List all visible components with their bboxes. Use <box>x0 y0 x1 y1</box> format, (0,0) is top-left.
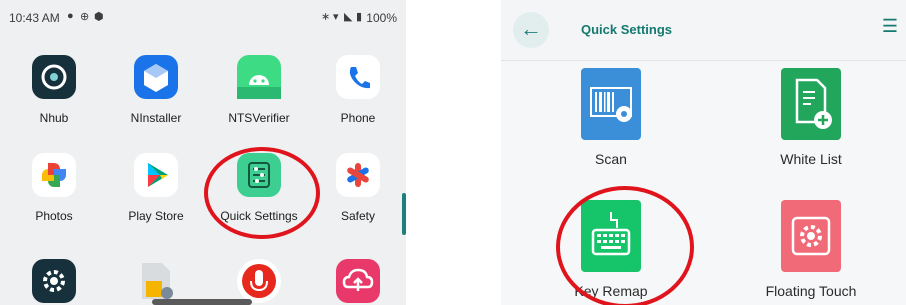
app-label: Play Store <box>128 209 184 223</box>
status-bar: 10:43 AM ● ⊕ ⬢ ∗ ▾ ◣ ▮ 100% <box>0 0 406 34</box>
app-nhub[interactable]: Nhub <box>9 55 99 125</box>
phone-icon <box>336 55 380 99</box>
tile-white-list[interactable]: White List <box>736 68 886 167</box>
document-plus-icon <box>781 68 841 140</box>
cloud-upload-icon <box>336 259 380 303</box>
signal-icon: ◣ <box>344 11 353 23</box>
app-play-store[interactable]: Play Store <box>111 153 201 223</box>
ninstaller-icon <box>134 55 178 99</box>
barcode-gear-icon <box>581 68 641 140</box>
app-label: Quick Settings <box>220 209 298 223</box>
android-icon <box>237 55 281 99</box>
wifi-icon: ▾ <box>333 11 339 23</box>
gear-icon <box>781 200 841 272</box>
app-safety[interactable]: Safety <box>313 153 403 223</box>
nhub-icon <box>32 55 76 99</box>
list-icon: ☰ <box>881 16 898 36</box>
gear-icon <box>32 259 76 303</box>
battery-level: 100% <box>366 11 397 25</box>
back-button[interactable]: ← <box>513 12 549 48</box>
keyboard-icon <box>581 200 641 272</box>
app-label: Safety <box>340 209 376 223</box>
tile-label: Key Remap <box>574 283 648 299</box>
shield-icon: ⬢ <box>94 11 104 23</box>
app-settings[interactable] <box>9 259 99 303</box>
quick-settings-icon <box>237 153 281 197</box>
app-cloud[interactable] <box>313 259 403 303</box>
app-label: Photos <box>35 209 73 223</box>
app-ntsverifier[interactable]: NTSVerifier <box>214 55 304 125</box>
play-store-icon <box>134 153 178 197</box>
microphone-icon <box>237 259 281 303</box>
quick-settings-panel: ← Quick Settings ☰ Scan White List Key R… <box>501 0 906 305</box>
app-recorder[interactable] <box>214 259 304 303</box>
app-label: NTSVerifier <box>228 111 290 125</box>
app-label: Nhub <box>39 111 69 125</box>
tile-scan[interactable]: Scan <box>536 68 686 167</box>
navigation-handle[interactable] <box>152 299 252 305</box>
scroll-edge-indicator[interactable] <box>402 193 406 235</box>
list-menu-button[interactable]: ☰ <box>882 16 898 37</box>
message-icon: ● <box>67 10 74 22</box>
tile-label: Scan <box>595 151 627 167</box>
pinwheel-icon <box>32 153 76 197</box>
bluetooth-icon: ∗ <box>321 11 331 23</box>
app-ninstaller[interactable]: NInstaller <box>111 55 201 125</box>
app-label: Phone <box>340 111 376 125</box>
sync-icon: ⊕ <box>80 11 90 23</box>
tile-key-remap[interactable]: Key Remap <box>536 200 686 299</box>
safety-icon <box>336 153 380 197</box>
battery-icon: ▮ <box>356 11 363 23</box>
tile-floating-touch[interactable]: Floating Touch <box>736 200 886 299</box>
app-bar: ← Quick Settings ☰ <box>501 0 906 61</box>
tile-label: White List <box>780 151 842 167</box>
app-label: NInstaller <box>130 111 182 125</box>
home-screen-panel: 10:43 AM ● ⊕ ⬢ ∗ ▾ ◣ ▮ 100% Nhub NInstal… <box>0 0 406 305</box>
sim-card-gear-icon <box>134 259 178 303</box>
tile-label: Floating Touch <box>765 283 857 299</box>
page-title: Quick Settings <box>581 22 673 37</box>
status-time: 10:43 AM <box>9 11 60 25</box>
app-files[interactable] <box>111 259 201 303</box>
arrow-left-icon: ← <box>520 16 542 41</box>
app-photos[interactable]: Photos <box>9 153 99 223</box>
app-phone[interactable]: Phone <box>313 55 403 125</box>
app-quick-settings[interactable]: Quick Settings <box>214 153 304 223</box>
